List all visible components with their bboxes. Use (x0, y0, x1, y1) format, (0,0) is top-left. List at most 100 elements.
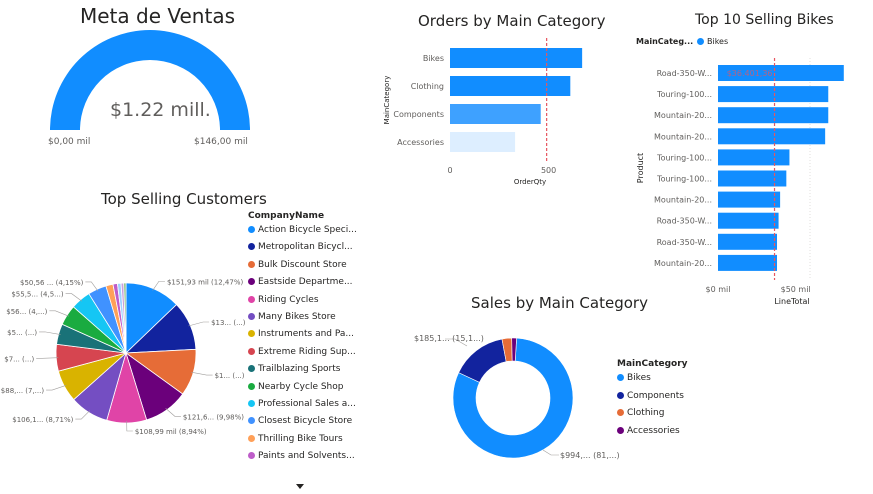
orders-bar (450, 76, 571, 96)
customers-legend-item[interactable]: Eastside Departme... (248, 277, 353, 287)
customers-pie-leader (36, 357, 59, 359)
customers-legend-label: Extreme Riding Sup... (258, 346, 356, 357)
customers-legend-item[interactable]: Action Bicycle Speci... (248, 225, 357, 235)
customers-legend-item[interactable]: Trailblazing Sports (248, 364, 340, 374)
customers-pie-data-label: $55,5... (4,5...) (11, 291, 63, 299)
bikes-x-axis-label: LineTotal (774, 297, 809, 306)
customers-legend-dot (248, 226, 255, 233)
sales-legend-label: Bikes (627, 373, 651, 383)
bikes-reference-label: $36.401,36 (727, 69, 773, 78)
customers-pie-data-label: $121,6... (9,98%) (183, 413, 244, 421)
bikes-bar (718, 128, 826, 145)
sales-legend-label: Accessories (627, 425, 680, 436)
gauge-title: Meta de Ventas (80, 4, 235, 28)
sales-leader-big (542, 449, 559, 456)
bikes-bar (718, 191, 781, 208)
orders-tick-label: 0 (447, 166, 452, 175)
sales-legend-item[interactable]: Clothing (617, 408, 664, 418)
customers-legend-item[interactable]: Paints and Solvents... (248, 451, 355, 461)
orders-category-label: Bikes (423, 54, 444, 63)
customers-legend-dot (248, 400, 255, 407)
bikes-legend-dot (697, 38, 704, 45)
customers-pie-data-label: $88,... (7,...) (1, 387, 45, 395)
gauge-chart (50, 30, 250, 130)
legend-scroll-down-icon[interactable] (296, 484, 304, 489)
customers-pie-data-label: $106,1... (8,71%) (12, 416, 73, 424)
sales-legend-item[interactable]: Components (617, 391, 684, 401)
sales-legend-item[interactable]: Bikes (617, 373, 651, 383)
customers-legend-dot (248, 278, 255, 286)
sales-legend-item[interactable]: Accessories (617, 426, 680, 436)
orders-category-label: Components (393, 110, 444, 119)
customers-pie-data-label: $5... (...) (7, 329, 37, 337)
customers-legend-item[interactable]: Metropolitan Bicycl... (248, 242, 353, 252)
customers-legend-item[interactable]: Bulk Discount Store (248, 260, 347, 270)
customers-legend-item[interactable]: Nearby Cycle Shop (248, 382, 343, 392)
customers-legend-dot (248, 347, 255, 355)
bikes-bar (718, 212, 779, 229)
customers-pie-chart: $151,93 mil (12,47%) $13... (...) $1... (.… (1, 278, 246, 436)
sales-legend-label: Clothing (627, 408, 665, 418)
customers-legend-item[interactable]: Many Bikes Store (248, 312, 336, 322)
customers-legend-label: Closest Bicycle Store (258, 416, 353, 427)
orders-chart: Bikes Clothing Components Accessories 0 500 Or… (383, 38, 583, 186)
orders-bar (450, 104, 541, 124)
customers-pie-data-label: $13... (...) (211, 319, 246, 327)
sales-legend-dot (617, 374, 624, 381)
bikes-bar (718, 170, 787, 187)
bikes-product-label: Road-350-W... (657, 238, 712, 247)
customers-legend-item[interactable]: Riding Cycles (248, 295, 319, 305)
customers-legend-label: Thrilling Bike Tours (258, 433, 343, 444)
customers-legend-label: Eastside Departme... (258, 277, 353, 288)
customers-legend-label: Action Bicycle Speci... (258, 225, 357, 235)
customers-legend-dot (248, 365, 255, 373)
customers-pie-data-label: $56... (4,...) (6, 308, 47, 316)
bikes-bar (718, 149, 790, 166)
customers-legend-item[interactable]: Extreme Riding Sup... (248, 347, 356, 357)
orders-category-label: Accessories (397, 138, 444, 147)
sales-legend-dot (617, 391, 624, 399)
customers-legend-label: Trailblazing Sports (258, 364, 341, 375)
bikes-bar (718, 254, 778, 271)
bikes-product-label: Mountain-20... (654, 196, 712, 205)
customers-pie-leader (39, 331, 61, 335)
customers-title: Top Selling Customers (101, 190, 267, 208)
sales-legend-dot (617, 409, 624, 416)
orders-bar (450, 132, 516, 152)
customers-legend-label: Metropolitan Bicycl... (258, 242, 353, 253)
customers-legend-label: Bulk Discount Store (258, 259, 347, 270)
bikes-chart: Road-350-W... Touring-100... Mountain-20..… (636, 58, 844, 306)
bikes-product-label: Touring-100... (656, 153, 712, 162)
customers-pie-data-label: $50,56 ... (4,15%) (20, 279, 84, 287)
sales-label-big: $994,... (81,...) (560, 451, 620, 460)
customers-legend-dot (248, 417, 255, 425)
customers-pie-leader (191, 371, 213, 376)
customers-legend-label: Instruments and Pa... (258, 329, 354, 340)
sales-legend-dot (617, 426, 624, 434)
bikes-product-label: Road-350-W... (657, 217, 712, 226)
customers-legend-item[interactable]: Instruments and Pa... (248, 329, 354, 339)
orders-category-label: Clothing (411, 82, 444, 91)
bikes-product-label: Mountain-20... (654, 111, 712, 120)
customers-pie-leader (65, 293, 83, 302)
customers-legend-dot (248, 313, 255, 320)
customers-legend-dot (248, 330, 255, 338)
customers-legend-item[interactable]: Professional Sales a... (248, 399, 356, 409)
customers-legend-item[interactable]: Closest Bicycle Store (248, 416, 352, 426)
bikes-product-label: Touring-100... (656, 90, 712, 99)
customers-pie-data-label: $7... (...) (4, 355, 34, 363)
customers-pie-data-label: $108,99 mil (8,94%) (135, 428, 207, 436)
bikes-product-label: Mountain-20... (654, 132, 712, 141)
customers-legend-dot (248, 295, 255, 303)
orders-y-axis-label: MainCategory (383, 76, 391, 125)
customers-legend-title: CompanyName (248, 211, 325, 221)
bikes-bar (718, 233, 778, 250)
customers-legend-label: Paints and Solvents... (258, 451, 355, 462)
bikes-product-label: Touring-100... (656, 175, 712, 184)
bikes-legend-item: Bikes (697, 37, 728, 46)
orders-title: Orders by Main Category (418, 12, 606, 30)
customers-pie-data-label: $151,93 mil (12,47%) (167, 278, 244, 286)
bikes-bar (718, 86, 829, 103)
customers-legend-item[interactable]: Thrilling Bike Tours (248, 434, 343, 444)
customers-legend-dot (248, 452, 255, 460)
